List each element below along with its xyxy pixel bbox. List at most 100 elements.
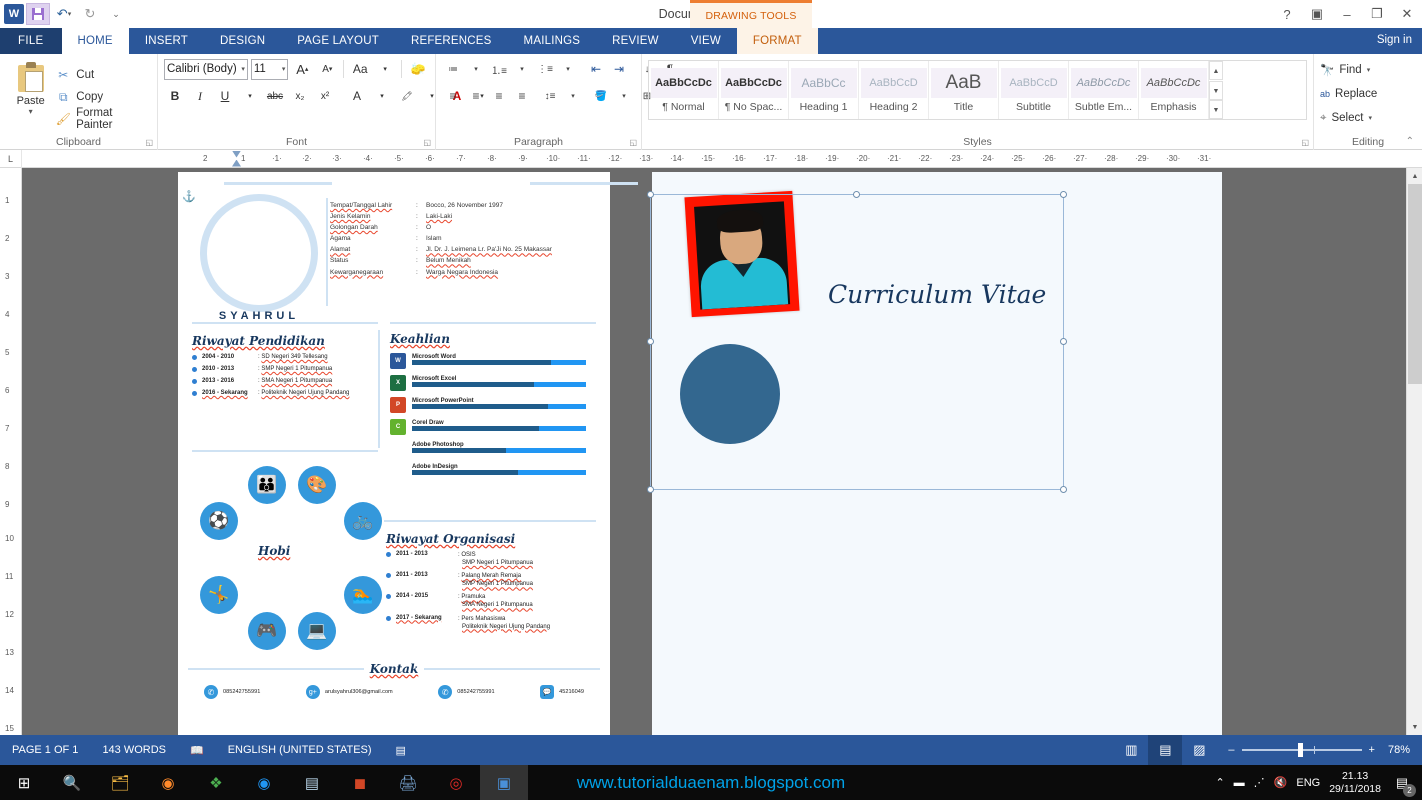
resize-handle-nw[interactable]: [647, 191, 654, 198]
shrink-font-button[interactable]: A ▾: [316, 58, 338, 80]
word-count[interactable]: 143 WORDS: [90, 735, 178, 765]
uc-browser-icon[interactable]: ◉: [144, 765, 192, 800]
redo-icon[interactable]: ↻: [78, 3, 102, 25]
ribbon-display-options-icon[interactable]: ▣: [1302, 0, 1332, 28]
word-taskbar-icon[interactable]: ▣: [480, 765, 528, 800]
tab-page-layout[interactable]: PAGE LAYOUT: [281, 28, 395, 54]
save-icon[interactable]: [26, 3, 50, 25]
zoom-track[interactable]: [1241, 743, 1362, 758]
sign-in-link[interactable]: Sign in: [1377, 34, 1412, 46]
chevron-down-icon[interactable]: ▾: [371, 85, 393, 107]
highlight-color-button[interactable]: 🖍: [396, 85, 418, 107]
italic-button[interactable]: I: [189, 85, 211, 107]
superscript-button[interactable]: x²: [314, 85, 336, 107]
collapse-ribbon-icon[interactable]: ⌃: [1406, 136, 1414, 147]
vertical-ruler[interactable]: 1 2 3 4 5 6 7 8 9 10 11 12 13 14 15: [0, 168, 22, 735]
grow-font-button[interactable]: A ▴: [291, 58, 313, 80]
styles-scroll-down-icon[interactable]: ▼: [1209, 80, 1223, 100]
paragraph-dialog-launcher-icon[interactable]: ◱: [629, 138, 637, 147]
customize-qat-icon[interactable]: ⌄: [104, 3, 128, 25]
shading-button[interactable]: 🪣: [590, 85, 612, 107]
start-button[interactable]: ⊞: [0, 765, 48, 800]
select-button[interactable]: ⌖ Select ▾: [1320, 106, 1416, 130]
clear-formatting-icon[interactable]: 🧽: [407, 58, 429, 80]
align-center-button[interactable]: ≡: [465, 85, 487, 107]
zoom-level-label[interactable]: 78%: [1388, 744, 1410, 756]
style-item-heading-2[interactable]: AaBbCcD Heading 2: [859, 61, 929, 119]
style-item-normal[interactable]: AaBbCcDc ¶ Normal: [649, 61, 719, 119]
volume-muted-icon[interactable]: 🔇: [1274, 776, 1288, 789]
close-icon[interactable]: ✕: [1392, 0, 1422, 28]
chevron-down-icon[interactable]: ▾: [562, 85, 584, 107]
resize-handle-n[interactable]: [853, 191, 860, 198]
undo-icon[interactable]: ↶ ▾: [52, 3, 76, 25]
text-effects-button[interactable]: A: [346, 85, 368, 107]
font-name-combobox[interactable]: Calibri (Body) ▾: [164, 58, 248, 80]
find-button[interactable]: 🔭 Find ▾: [1320, 58, 1416, 82]
styles-more-icon[interactable]: ▼: [1209, 100, 1223, 119]
format-painter-button[interactable]: 🖌 Format Painter: [55, 107, 151, 131]
cut-button[interactable]: ✂ Cut: [55, 64, 151, 86]
strikethrough-button[interactable]: abc: [264, 85, 286, 107]
change-case-button[interactable]: Aa: [349, 58, 371, 80]
resize-handle-ne[interactable]: [1060, 191, 1067, 198]
chevron-down-icon[interactable]: ▾: [374, 58, 396, 80]
tab-stop-selector-icon[interactable]: L: [0, 149, 22, 168]
styles-scrollbar[interactable]: ▲ ▼ ▼: [1209, 61, 1223, 119]
notepad-icon[interactable]: ▤: [288, 765, 336, 800]
tab-home[interactable]: HOME: [61, 28, 129, 54]
document-page-1[interactable]: ⚓ SYAHRUL Tempat/Tanggal Lahir : Bocco, …: [178, 172, 638, 735]
page-indicator[interactable]: PAGE 1 OF 1: [0, 735, 90, 765]
battery-icon[interactable]: ▬: [1234, 777, 1245, 789]
scroll-down-icon[interactable]: ▼: [1407, 719, 1422, 735]
bullets-button[interactable]: ≔: [442, 58, 464, 80]
resize-handle-sw[interactable]: [647, 486, 654, 493]
scroll-up-icon[interactable]: ▲: [1407, 168, 1422, 184]
corel-draw-icon[interactable]: ❖: [192, 765, 240, 800]
chevron-down-icon[interactable]: ▾: [613, 85, 635, 107]
clipboard-dialog-launcher-icon[interactable]: ◱: [145, 138, 153, 147]
style-item-heading-1[interactable]: AaBbCc Heading 1: [789, 61, 859, 119]
font-dialog-launcher-icon[interactable]: ◱: [423, 138, 431, 147]
tab-view[interactable]: VIEW: [675, 28, 737, 54]
font-size-combobox[interactable]: 11 ▾: [250, 58, 289, 80]
document-canvas[interactable]: ⚓ SYAHRUL Tempat/Tanggal Lahir : Bocco, …: [22, 168, 1406, 735]
tab-references[interactable]: REFERENCES: [395, 28, 508, 54]
read-mode-button[interactable]: ▥: [1114, 735, 1148, 765]
chevron-down-icon[interactable]: ▾: [511, 58, 533, 80]
opera-icon[interactable]: ◎: [432, 765, 480, 800]
styles-dialog-launcher-icon[interactable]: ◱: [1301, 138, 1309, 147]
decrease-indent-button[interactable]: ⇤: [585, 58, 607, 80]
scrollbar-thumb[interactable]: [1408, 184, 1422, 384]
tab-review[interactable]: REVIEW: [596, 28, 675, 54]
show-hidden-icons-icon[interactable]: ⌃: [1215, 776, 1224, 789]
align-left-button[interactable]: ≡: [442, 85, 464, 107]
powerpoint-icon[interactable]: ◼: [336, 765, 384, 800]
tab-format[interactable]: FORMAT: [736, 28, 818, 54]
copy-button[interactable]: ⧉ Copy: [55, 86, 151, 108]
file-explorer-icon[interactable]: 🗂: [96, 765, 144, 800]
horizontal-ruler[interactable]: L 2 1 ·1· ·2· ·3· ·4· ·5· ·6· ·7· ·8· ·9…: [0, 149, 1422, 168]
style-item-no-spacing[interactable]: AaBbCcDc ¶ No Spac...: [719, 61, 789, 119]
style-item-subtle-emphasis[interactable]: AaBbCcDc Subtle Em...: [1069, 61, 1139, 119]
printer-icon[interactable]: 🖨: [384, 765, 432, 800]
subscript-button[interactable]: x₂: [289, 85, 311, 107]
chevron-down-icon[interactable]: ▾: [1367, 66, 1371, 74]
proofing-status-icon[interactable]: 📖: [178, 735, 216, 765]
language-indicator[interactable]: ENGLISH (UNITED STATES): [216, 735, 384, 765]
clock[interactable]: 21.13 29/11/2018: [1329, 770, 1381, 794]
line-spacing-button[interactable]: ↕≡: [539, 85, 561, 107]
print-layout-button[interactable]: ▤: [1148, 735, 1183, 765]
first-line-indent-marker[interactable]: [232, 150, 241, 158]
resize-handle-se[interactable]: [1060, 486, 1067, 493]
tab-insert[interactable]: INSERT: [129, 28, 204, 54]
shape-selection-frame[interactable]: [647, 191, 1067, 493]
minimize-icon[interactable]: –: [1332, 0, 1362, 28]
zoom-thumb[interactable]: [1297, 743, 1303, 758]
increase-indent-button[interactable]: ⇥: [608, 58, 630, 80]
notification-center-icon[interactable]: ▤ 2: [1390, 771, 1416, 797]
replace-button[interactable]: ab Replace: [1320, 82, 1416, 106]
resize-handle-w[interactable]: [647, 338, 654, 345]
align-right-button[interactable]: ≡: [488, 85, 510, 107]
help-icon[interactable]: ?: [1272, 0, 1302, 28]
